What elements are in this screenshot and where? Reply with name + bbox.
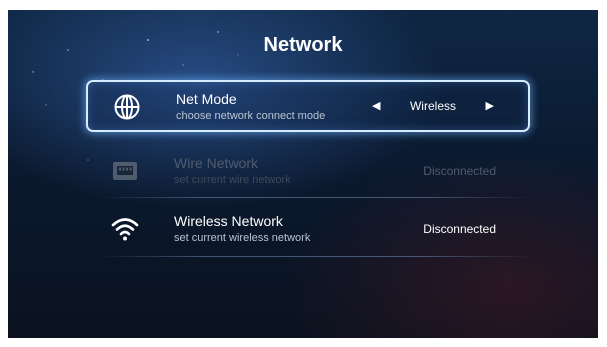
page-title: Network xyxy=(263,34,343,56)
ethernet-port-icon xyxy=(113,162,137,180)
wire-network-row[interactable]: Wire Network set current wire network Di… xyxy=(86,146,530,196)
wire-network-label: Wire Network xyxy=(174,155,259,171)
wire-network-subtitle: set current wire network xyxy=(174,174,291,186)
wireless-network-label: Wireless Network xyxy=(174,213,283,229)
net-mode-value: Wireless xyxy=(409,99,456,113)
wireless-network-status: Disconnected xyxy=(423,222,496,236)
wire-network-status: Disconnected xyxy=(423,164,496,178)
network-screen: Network Net Mode choose network connect … xyxy=(8,10,598,338)
divider xyxy=(96,197,532,198)
wifi-icon xyxy=(111,218,139,241)
right-arrow-icon[interactable]: ▶ xyxy=(486,99,494,112)
net-mode-label: Net Mode xyxy=(176,91,237,107)
globe-icon xyxy=(114,94,140,120)
net-mode-subtitle: choose network connect mode xyxy=(176,110,326,122)
divider xyxy=(96,256,532,257)
net-mode-row[interactable]: Net Mode choose network connect mode ◀ W… xyxy=(86,80,530,132)
wireless-network-row[interactable]: Wireless Network set current wireless ne… xyxy=(86,204,530,254)
net-mode-selector[interactable]: ◀ Wireless ▶ xyxy=(372,99,494,115)
wireless-network-subtitle: set current wireless network xyxy=(174,232,311,244)
